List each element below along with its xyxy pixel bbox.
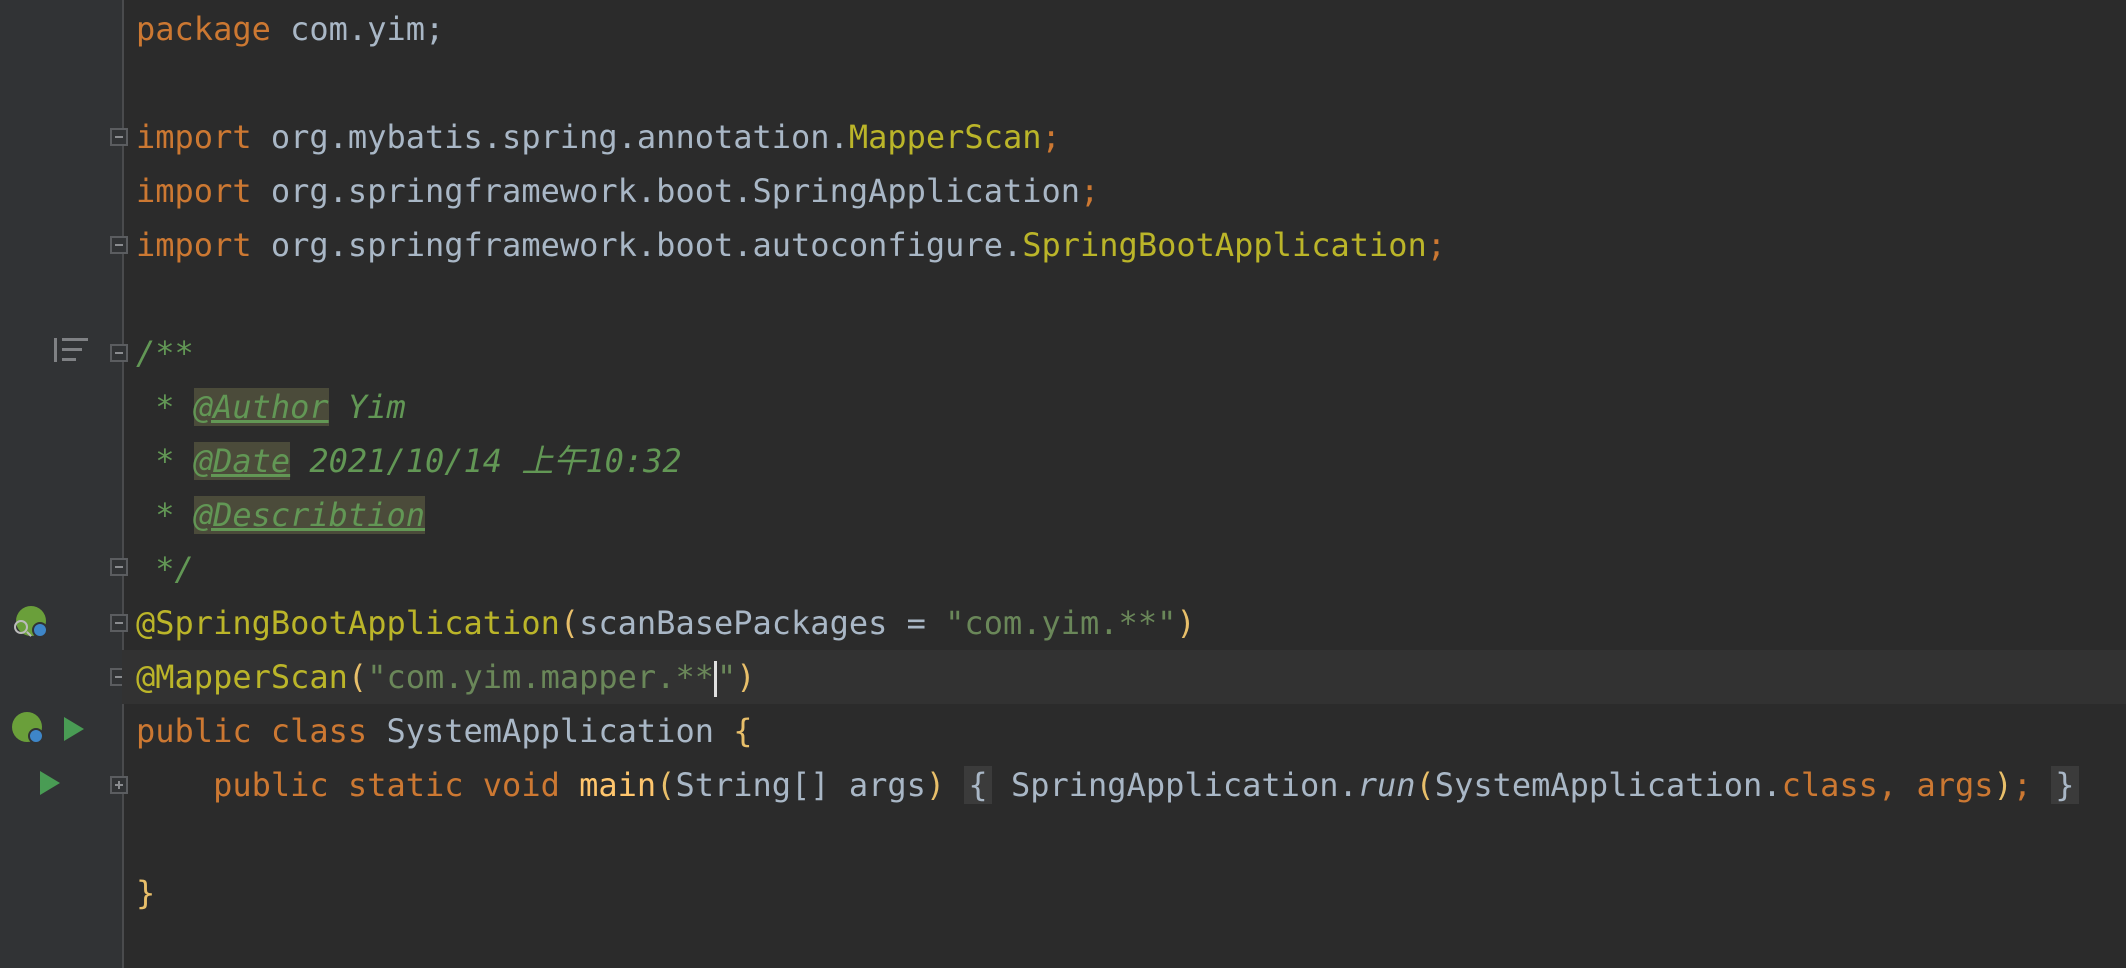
paren-close: ) bbox=[1176, 604, 1196, 642]
annotation-name: @SpringBootApplication bbox=[136, 604, 560, 642]
keyword-import: import bbox=[136, 172, 252, 210]
run-main-icon[interactable] bbox=[40, 771, 60, 795]
keyword-class: class bbox=[1781, 766, 1878, 804]
date-value: 2021/10/14 上午10:32 bbox=[290, 442, 682, 480]
folded-brace-close[interactable]: } bbox=[2051, 766, 2079, 804]
comment-close[interactable]: */ bbox=[136, 542, 2126, 596]
code-line-mapperscan[interactable]: @MapperScan("com.yim.mapper.**") bbox=[122, 650, 2126, 704]
code-editor[interactable]: package com.yim; import org.mybatis.spri… bbox=[0, 0, 2126, 968]
call-target: SpringApplication. bbox=[1010, 766, 1358, 804]
comment-open[interactable]: /** bbox=[136, 326, 2126, 380]
author-tag: @Author bbox=[193, 388, 329, 426]
spring-boot-icon[interactable] bbox=[12, 606, 48, 640]
comment-close-text: */ bbox=[136, 550, 194, 588]
code-line-package[interactable]: package com.yim; bbox=[136, 2, 2126, 56]
expand-method-icon[interactable] bbox=[110, 776, 128, 794]
call-paren-open: ( bbox=[1415, 766, 1435, 804]
method-name: main bbox=[579, 766, 657, 804]
class-name: SystemApplication bbox=[386, 712, 714, 750]
spring-leaf-icon bbox=[12, 712, 44, 744]
paren-close: ) bbox=[925, 766, 946, 804]
keyword-public: public bbox=[136, 712, 252, 750]
fold-imports-end[interactable] bbox=[110, 236, 128, 254]
code-line-class-declaration[interactable]: public class SystemApplication { bbox=[136, 704, 2126, 758]
string-literal: "com.yim.**" bbox=[945, 604, 1177, 642]
semicolon: ; bbox=[1426, 226, 1447, 264]
call-arg-args: , args bbox=[1877, 766, 1994, 804]
fold-comment-start[interactable] bbox=[110, 344, 128, 362]
run-class-icon[interactable] bbox=[64, 717, 84, 741]
paren-close: ) bbox=[736, 658, 756, 696]
string-quote: " bbox=[716, 658, 737, 696]
author-value: Yim bbox=[328, 388, 406, 426]
editor-gutter[interactable] bbox=[0, 0, 128, 968]
fold-imports-start[interactable] bbox=[110, 128, 128, 146]
brace-close: } bbox=[136, 874, 156, 912]
semicolon: ; bbox=[1041, 118, 1061, 156]
annotation-name: @MapperScan bbox=[136, 658, 348, 696]
paren-open: ( bbox=[656, 766, 676, 804]
brace-open: { bbox=[733, 712, 753, 750]
call-arg-class: SystemApplication. bbox=[1434, 766, 1782, 804]
code-area[interactable]: package com.yim; import org.mybatis.spri… bbox=[122, 0, 2126, 968]
call-paren-close: ) bbox=[1993, 766, 2013, 804]
code-line-import-mapperscan[interactable]: import org.mybatis.spring.annotation.Map… bbox=[136, 110, 2126, 164]
fold-annotations-start[interactable] bbox=[110, 614, 128, 632]
paren-open: ( bbox=[559, 604, 580, 642]
call-name: run bbox=[1357, 766, 1416, 804]
date-tag: @Date bbox=[193, 442, 291, 480]
keyword-void: void bbox=[482, 766, 560, 804]
keyword-static: static bbox=[347, 766, 464, 804]
keyword-class: class bbox=[270, 712, 368, 750]
code-line-main-method[interactable]: public static void main(String[] args) {… bbox=[136, 758, 2126, 812]
comment-star: * bbox=[136, 442, 194, 480]
semicolon: ; bbox=[1080, 172, 1100, 210]
import-path: org.springframework.boot.autoconfigure. bbox=[251, 226, 1023, 264]
code-line-class-close[interactable]: } bbox=[136, 866, 2126, 920]
folded-brace-open[interactable]: { bbox=[964, 766, 992, 804]
comment-date[interactable]: * @Date 2021/10/14 上午10:32 bbox=[136, 434, 2126, 488]
description-tag: @Describtion bbox=[193, 496, 425, 534]
package-name: com.yim; bbox=[270, 10, 445, 48]
semicolon: ; bbox=[2012, 766, 2033, 804]
comment-author[interactable]: * @Author Yim bbox=[136, 380, 2126, 434]
comment-description[interactable]: * @Describtion bbox=[136, 488, 2126, 542]
import-class: SpringBootApplication bbox=[1022, 226, 1427, 264]
paren-open: ( bbox=[347, 658, 368, 696]
comment-star: * bbox=[136, 388, 194, 426]
import-path: org.mybatis.spring.annotation. bbox=[251, 118, 849, 156]
keyword-import: import bbox=[136, 226, 252, 264]
search-icon bbox=[14, 620, 28, 634]
import-class: MapperScan bbox=[848, 118, 1042, 156]
javadoc-render-icon[interactable] bbox=[54, 336, 88, 364]
import-path: org.springframework.boot.SpringApplicati… bbox=[251, 172, 1081, 210]
annotation-param: scanBasePackages = bbox=[579, 604, 946, 642]
method-params: String[] args bbox=[675, 766, 926, 804]
code-line-springbootapplication[interactable]: @SpringBootApplication(scanBasePackages … bbox=[136, 596, 2126, 650]
spring-bean-icon[interactable] bbox=[12, 712, 46, 746]
code-line-import-springapplication[interactable]: import org.springframework.boot.SpringAp… bbox=[136, 164, 2126, 218]
comment-star: * bbox=[136, 496, 194, 534]
comment-open-text: /** bbox=[136, 334, 194, 372]
string-literal: "com.yim.mapper.** bbox=[367, 658, 714, 696]
keyword-public: public bbox=[213, 766, 329, 804]
keyword-import: import bbox=[136, 118, 252, 156]
code-line-import-springbootapplication[interactable]: import org.springframework.boot.autoconf… bbox=[136, 218, 2126, 272]
fold-comment-end[interactable] bbox=[110, 558, 128, 576]
keyword-package: package bbox=[136, 10, 271, 48]
